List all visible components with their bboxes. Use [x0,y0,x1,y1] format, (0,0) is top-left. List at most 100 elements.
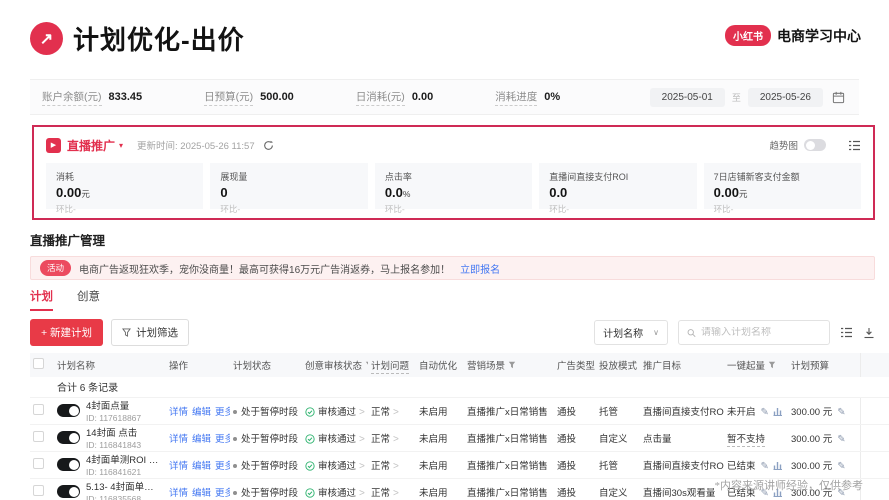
boost-status: 未开启 [727,407,756,418]
record-count: 合计 6 条记录 [54,377,889,397]
plan-filter-button[interactable]: 计划筛选 [111,319,189,346]
search-field-select[interactable]: 计划名称 ∨ [594,320,668,345]
calendar-icon[interactable] [830,89,847,106]
plan-id: ID: 116841621 [86,467,163,477]
plan-enabled-toggle[interactable] [57,404,80,417]
col-promo-goal: 推广目标 [640,353,724,377]
page-header: ↗ 计划优化-出价 小红书 电商学习中心 [0,0,889,57]
metric-label: 消耗 [56,170,193,183]
chevron-right-icon[interactable]: > [393,461,399,472]
trend-chart-toggle[interactable] [804,139,826,151]
edit-link[interactable]: 编辑 [192,407,211,418]
col-operations: 操作 [166,353,230,377]
chevron-right-icon[interactable]: > [393,434,399,445]
spend-progress-label: 消耗进度 [495,89,537,106]
new-plan-button[interactable]: + 新建计划 [30,319,103,346]
ad-type: 通投 [557,434,576,445]
audit-status: 审核通过 [318,461,356,472]
ad-type: 通投 [557,407,576,418]
detail-link[interactable]: 详情 [169,407,188,418]
status-dot [233,491,237,495]
filter-icon[interactable] [365,361,368,369]
filter-icon[interactable] [768,361,776,369]
metric-label: 7日店铺新客支付金额 [714,170,851,183]
notice-text: 电商广告返现狂欢季，宠你没商量！最高可获得16万元广告消返券，马上报名参加！ [79,261,450,276]
tab-bar: 计划 创意 [30,288,889,311]
filter-icon[interactable] [508,361,516,369]
summary-row: 合计 6 条记录 [30,377,889,397]
edit-budget-icon[interactable]: ✎ [837,434,845,445]
edit-budget-icon[interactable]: ✎ [837,407,845,418]
boost-trend-icon[interactable] [773,460,783,470]
refresh-icon[interactable] [263,140,274,151]
more-link[interactable]: 更多 [215,434,230,445]
auto-optimize: 未启用 [419,488,448,499]
date-start-input[interactable]: 2025-05-01 [650,88,725,107]
daily-spend-value: 0.00 [412,91,433,103]
plan-search-input[interactable] [701,327,821,338]
metric-value: 0.0 [549,185,567,200]
plan-status: 处于暂停时段 [241,407,298,418]
select-all-checkbox[interactable] [33,358,44,369]
check-circle-icon [305,434,315,444]
channel-select[interactable]: 直播推广 [67,137,115,154]
column-settings-icon[interactable] [840,327,853,338]
boost-trend-icon[interactable] [773,406,783,416]
tab-creative[interactable]: 创意 [77,288,100,311]
metric-columns-icon[interactable] [848,140,861,151]
notice-badge: 活动 [40,260,71,276]
account-balance-label: 账户余额(元) [42,89,102,106]
chevron-right-icon[interactable]: > [359,461,365,472]
plan-enabled-toggle[interactable] [57,485,80,498]
edit-link[interactable]: 编辑 [192,461,211,472]
tab-plan[interactable]: 计划 [30,288,53,311]
metric-card-ctr: 点击率 0.0% 环比- [375,163,532,209]
chevron-right-icon[interactable]: > [359,407,365,418]
signup-link[interactable]: 立即报名 [460,261,500,276]
row-checkbox[interactable] [33,458,44,469]
col-delivery-mode: 投放模式 [596,353,640,377]
edit-budget-icon[interactable]: ✎ [837,461,845,472]
download-icon[interactable] [863,327,875,339]
footer-disclaimer: *内容来源讲师经验，仅供参考 [715,477,864,493]
plan-problem: 正常 [371,488,390,499]
date-end-input[interactable]: 2025-05-26 [748,88,823,107]
chevron-right-icon[interactable]: > [393,488,399,499]
arrow-up-right-glyph: ↗ [40,29,53,49]
chevron-right-icon[interactable]: > [393,407,399,418]
metric-card-impressions: 展现量 0 环比- [210,163,367,209]
check-circle-icon [305,461,315,471]
trend-arrow-icon: ↗ [30,22,63,55]
metric-label: 展现量 [220,170,357,183]
spend-progress: 消耗进度 0% [495,89,560,106]
plan-id: ID: 116835568 [86,494,163,500]
detail-link[interactable]: 详情 [169,461,188,472]
plan-enabled-toggle[interactable] [57,458,80,471]
more-link[interactable]: 更多 [215,488,230,499]
detail-link[interactable]: 详情 [169,434,188,445]
plan-id: ID: 117618867 [86,413,141,423]
chevron-right-icon[interactable]: > [359,434,365,445]
plan-enabled-toggle[interactable] [57,431,80,444]
chevron-right-icon[interactable]: > [359,488,365,499]
detail-link[interactable]: 详情 [169,488,188,499]
row-checkbox[interactable] [33,485,44,496]
plan-toolbar: + 新建计划 计划筛选 计划名称 ∨ [30,319,875,346]
xiaohongshu-logo: 小红书 [725,25,771,46]
edit-boost-icon[interactable]: ✎ [761,407,769,418]
daily-budget: 日预算(元) 500.00 [204,89,294,106]
delivery-mode: 托管 [599,461,618,472]
edit-link[interactable]: 编辑 [192,488,211,499]
account-summary-bar: 账户余额(元) 833.45 日预算(元) 500.00 日消耗(元) 0.00… [30,79,859,115]
more-link[interactable]: 更多 [215,407,230,418]
edit-boost-icon[interactable]: ✎ [761,461,769,472]
row-checkbox[interactable] [33,431,44,442]
more-link[interactable]: 更多 [215,461,230,472]
metric-card-spend: 消耗 0.00元 环比- [46,163,203,209]
edit-link[interactable]: 编辑 [192,434,211,445]
notice-banner: 活动 电商广告返现狂欢季，宠你没商量！最高可获得16万元广告消返券，马上报名参加… [30,256,875,280]
row-checkbox[interactable] [33,404,44,415]
plan-status: 处于暂停时段 [241,461,298,472]
caret-down-icon[interactable]: ▾ [119,141,123,150]
audit-status: 审核通过 [318,488,356,499]
